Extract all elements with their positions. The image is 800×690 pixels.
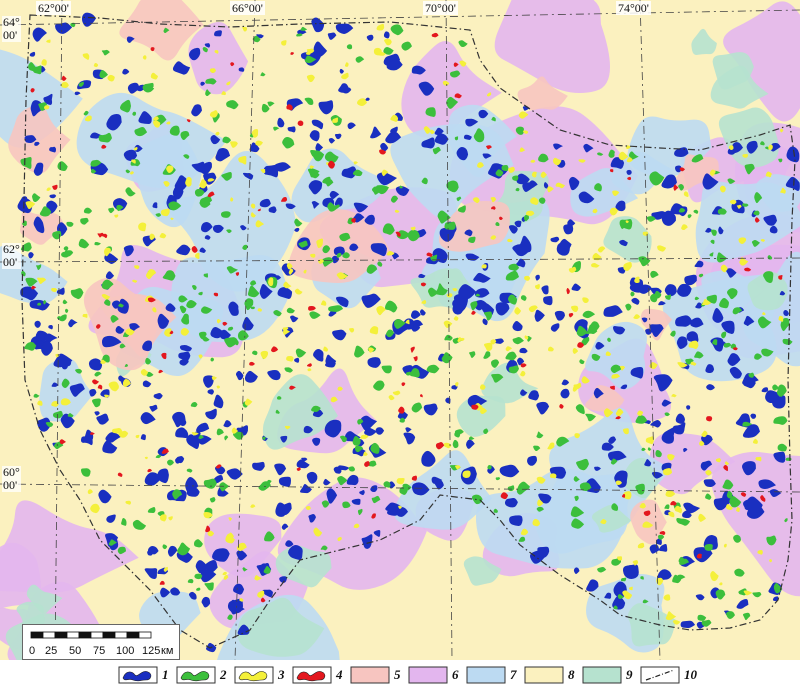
legend-swatch-8 [524, 666, 564, 684]
scale-tick-125: 125 [142, 645, 160, 657]
lat-min: 00' [3, 478, 18, 492]
lon-label-2: 66°00' [230, 1, 265, 15]
lat-min: 00' [3, 28, 18, 42]
legend-swatch-6 [408, 666, 448, 684]
legend-number: 10 [684, 667, 697, 682]
legend-item-5: 5 [350, 664, 406, 686]
anomaly-spot [706, 416, 713, 422]
legend-item-6: 6 [408, 664, 464, 686]
legend-item-7: 7 [466, 664, 522, 686]
scale-segment [102, 631, 116, 639]
legend-item-2: 2 [176, 664, 232, 686]
legend-item-8: 8 [524, 664, 580, 686]
lat-min: 00' [3, 255, 18, 269]
legend-swatch-5 [350, 666, 390, 684]
anomaly-spot [462, 470, 471, 479]
scale-graphic: 0 25 50 75 100 125 км [29, 631, 173, 657]
scale-tick-75: 75 [93, 645, 105, 657]
legend-item-1: 1 [118, 664, 174, 686]
anomaly-spot [549, 473, 557, 479]
legend-number: 4 [336, 667, 343, 682]
map-area: 62°00' 66°00' 70°00' 74°00' 64° 00' 62° … [0, 0, 800, 660]
lat-deg: 62° [3, 242, 20, 256]
legend-swatch-7 [466, 666, 506, 684]
legend-number: 3 [278, 667, 285, 682]
scale-segment [138, 631, 152, 639]
scale-unit: км [161, 645, 173, 657]
scale-tick-0: 0 [29, 645, 35, 657]
lat-label-2: 62° 00' [2, 243, 21, 269]
lat-label-1: 64° 00' [2, 16, 21, 42]
legend-item-3: 3 [234, 664, 290, 686]
legend: 1 2 3 4 5 6 7 8 9 10 [0, 660, 800, 690]
lon-label-4: 74°00' [616, 1, 651, 15]
legend-item-4: 4 [292, 664, 348, 686]
scale-segment [114, 631, 128, 639]
scale-tick-50: 50 [69, 645, 81, 657]
scale-tick-25: 25 [45, 645, 57, 657]
scale-segment [126, 631, 140, 639]
legend-swatch-4 [292, 666, 332, 684]
legend-item-10: 10 [640, 664, 697, 686]
legend-number: 7 [510, 667, 517, 682]
scale-segment [54, 631, 68, 639]
legend-number: 9 [626, 667, 633, 682]
scale-segment [42, 631, 56, 639]
anomaly-spot [238, 67, 245, 72]
legend-swatch-3 [234, 666, 274, 684]
lon-label-1: 62°00' [36, 1, 71, 15]
legend-swatch-2 [176, 666, 216, 684]
legend-number: 6 [452, 667, 459, 682]
anomaly-spot [220, 211, 231, 218]
lon-label-3: 70°00' [423, 1, 458, 15]
legend-number: 1 [162, 667, 169, 682]
anomaly-spot [444, 221, 456, 230]
scale-bar: 0 25 50 75 100 125 км [22, 624, 180, 660]
map-canvas [0, 0, 800, 660]
anomaly-spot [704, 544, 713, 551]
scale-tick-100: 100 [116, 645, 134, 657]
legend-swatch-9 [582, 666, 622, 684]
scale-segment [66, 631, 80, 639]
lat-label-3: 60° 00' [2, 466, 21, 492]
scale-segment [30, 631, 44, 639]
lat-deg: 60° [3, 465, 20, 479]
legend-swatch-10 [640, 666, 680, 684]
legend-swatch-1 [118, 666, 158, 684]
legend-number: 2 [220, 667, 227, 682]
legend-number: 8 [568, 667, 575, 682]
legend-number: 5 [394, 667, 401, 682]
scale-segment [90, 631, 104, 639]
legend-item-9: 9 [582, 664, 638, 686]
scale-segment [78, 631, 92, 639]
lat-deg: 64° [3, 15, 20, 29]
